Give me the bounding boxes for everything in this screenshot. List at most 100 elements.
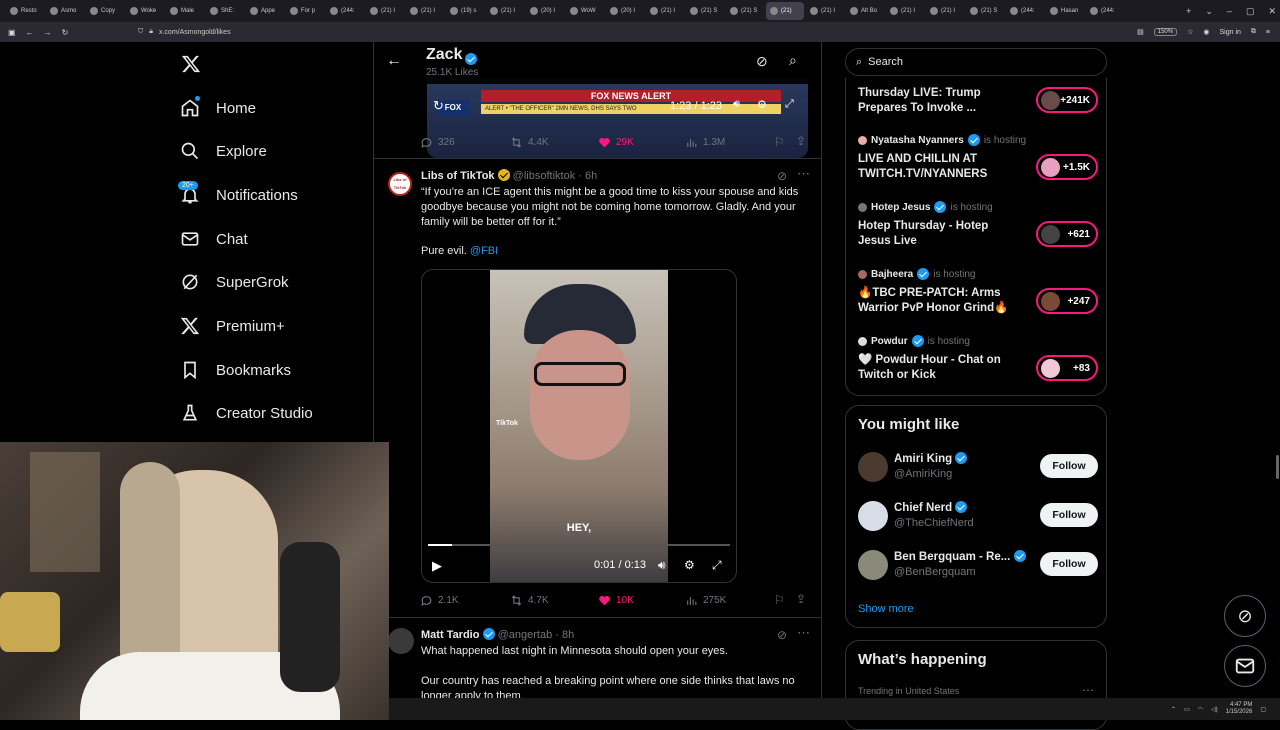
tab-list-icon[interactable]: ⌄: [1205, 6, 1213, 17]
suggestion-row[interactable]: Chief Nerd @TheChiefNerd Follow: [858, 501, 1098, 535]
grok-icon[interactable]: ⊘: [777, 628, 787, 642]
forward-button[interactable]: →: [44, 28, 52, 37]
more-icon[interactable]: ⋯: [797, 625, 810, 641]
back-button[interactable]: ←: [26, 28, 34, 37]
suggestion-name[interactable]: Chief Nerd: [894, 501, 968, 514]
share-icon[interactable]: ⇪: [796, 592, 806, 606]
settings-icon[interactable]: ⚙︎: [684, 558, 695, 572]
browser-tab[interactable]: (21) I: [406, 2, 444, 20]
search-input[interactable]: Search: [868, 56, 903, 68]
browser-tab[interactable]: (21) I: [926, 2, 964, 20]
back-arrow-icon[interactable]: ←: [386, 52, 402, 70]
browser-tab[interactable]: Appe: [246, 2, 284, 20]
author-handle[interactable]: @libsoftiktok: [513, 170, 576, 182]
browser-tab[interactable]: ShE:: [206, 2, 244, 20]
live-pill[interactable]: +1.5K: [1036, 154, 1098, 180]
taskbar-clock[interactable]: 4:47 PM 1/15/2026: [1226, 702, 1253, 716]
extensions-icon[interactable]: ⧉: [1251, 28, 1256, 36]
signin-label[interactable]: Sign in: [1220, 29, 1241, 36]
follow-button[interactable]: Follow: [1040, 503, 1098, 527]
close-window-button[interactable]: ✕: [1268, 6, 1276, 17]
reply-button[interactable]: 326: [420, 136, 455, 149]
menu-icon[interactable]: ≡: [1266, 29, 1270, 36]
browser-tab[interactable]: (244:: [1086, 2, 1124, 20]
follow-button[interactable]: Follow: [1040, 552, 1098, 576]
browser-tab[interactable]: (21) I: [366, 2, 404, 20]
address-bar[interactable]: ⛉ 🔒︎ x.com/Asmongold/likes: [138, 24, 1058, 40]
sidebar-item-chat[interactable]: Chat: [180, 227, 248, 251]
fullscreen-icon[interactable]: ⤢: [785, 98, 794, 111]
live-item[interactable]: Thursday LIVE: Trump Prepares To Invoke …: [858, 86, 1098, 116]
grok-icon[interactable]: ⊘: [777, 169, 787, 183]
volume-icon[interactable]: ◁): [1211, 706, 1218, 713]
grok-fab[interactable]: ⊘: [1224, 595, 1266, 637]
video-progress-track[interactable]: [428, 544, 730, 546]
browser-tab[interactable]: Woke: [126, 2, 164, 20]
more-icon[interactable]: ⋯: [797, 166, 810, 182]
browser-tab[interactable]: (21) S: [726, 2, 764, 20]
live-pill[interactable]: +83: [1036, 355, 1098, 381]
zoom-level[interactable]: 150%: [1153, 28, 1178, 36]
fullscreen-icon[interactable]: ⤢: [712, 558, 722, 573]
browser-tab[interactable]: Asmo: [46, 2, 84, 20]
live-item[interactable]: Nyatasha Nyanners is hosting LIVE AND CHI…: [858, 134, 1098, 182]
sidebar-item-supergrok[interactable]: SuperGrok: [180, 270, 289, 294]
retweet-button[interactable]: 4.4K: [510, 136, 549, 149]
suggestion-name[interactable]: Ben Bergquam - Re...: [894, 550, 1026, 563]
new-tab-button[interactable]: +: [1186, 6, 1191, 16]
live-item[interactable]: Hotep Jesus is hosting Hotep Thursday - H…: [858, 201, 1098, 249]
show-more-link[interactable]: Show more: [858, 603, 914, 615]
browser-tab[interactable]: (244:: [326, 2, 364, 20]
sidebar-item-bookmarks[interactable]: Bookmarks: [180, 358, 291, 382]
page-scrollbar[interactable]: [1276, 455, 1279, 479]
sidebar-item-creator-studio[interactable]: Creator Studio: [180, 401, 313, 425]
avatar[interactable]: [858, 550, 888, 580]
author-name[interactable]: Matt Tardio: [421, 629, 479, 641]
browser-tab[interactable]: (19) s: [446, 2, 484, 20]
browser-tab[interactable]: (21): [766, 2, 804, 20]
x-logo-icon[interactable]: [181, 54, 201, 74]
suggestion-name[interactable]: Amiri King: [894, 452, 968, 465]
maximize-button[interactable]: ▢: [1246, 6, 1255, 17]
avatar[interactable]: [858, 501, 888, 531]
wifi-icon[interactable]: ◠: [1198, 706, 1203, 713]
bookmark-icon[interactable]: ⚐: [774, 135, 785, 149]
author-handle[interactable]: @angertab: [498, 629, 553, 641]
sidebar-item-explore[interactable]: Explore: [180, 139, 267, 163]
more-icon[interactable]: ⋯: [1082, 683, 1094, 697]
browser-tab[interactable]: (244:: [1006, 2, 1044, 20]
retweet-button[interactable]: 4.7K: [510, 594, 549, 607]
browser-tab[interactable]: Alt Bo: [846, 2, 884, 20]
minimize-button[interactable]: –: [1227, 6, 1232, 16]
views-button[interactable]: 275K: [685, 594, 726, 607]
like-button[interactable]: 10K: [598, 594, 634, 607]
replay-icon[interactable]: ↻: [433, 98, 444, 114]
reload-button[interactable]: ↻: [62, 28, 69, 37]
browser-tab[interactable]: Male: [166, 2, 204, 20]
browser-tab[interactable]: (20) I: [606, 2, 644, 20]
browser-tab[interactable]: For p: [286, 2, 324, 20]
browser-tab[interactable]: (21) I: [806, 2, 844, 20]
tray-arrow-icon[interactable]: ⌃: [1171, 706, 1176, 713]
reply-button[interactable]: 2.1K: [420, 594, 459, 607]
follow-button[interactable]: Follow: [1040, 454, 1098, 478]
search-box[interactable]: ⌕ Search: [845, 48, 1107, 76]
network-icon[interactable]: ▭: [1184, 706, 1190, 713]
browser-tab[interactable]: (21) I: [646, 2, 684, 20]
live-pill[interactable]: +621: [1036, 221, 1098, 247]
play-icon[interactable]: ▶: [432, 558, 442, 574]
live-item[interactable]: Bajheera is hosting 🔥TBC PRE-PATCH: Arms …: [858, 268, 1098, 316]
browser-tab[interactable]: (21) S: [966, 2, 1004, 20]
reader-icon[interactable]: ▤: [1137, 28, 1144, 36]
author-name[interactable]: Libs of TikTok: [421, 170, 495, 182]
suggestion-row[interactable]: Ben Bergquam - Re... @BenBergquam Follow: [858, 550, 1098, 584]
browser-tab[interactable]: (20) I: [526, 2, 564, 20]
notification-icon[interactable]: ▢: [1260, 706, 1266, 713]
browser-tab[interactable]: Hasan: [1046, 2, 1084, 20]
views-button[interactable]: 1.3M: [685, 136, 725, 149]
browser-tab[interactable]: Resto: [6, 2, 44, 20]
sidebar-item-home[interactable]: Home: [180, 96, 256, 120]
tweet-video[interactable]: TikTok HEY, ▶ 0:01 / 0:13 🔊︎ ⚙︎ ⤢: [421, 269, 737, 583]
live-pill[interactable]: +247: [1036, 288, 1098, 314]
bookmark-star-icon[interactable]: ☆: [1187, 28, 1193, 36]
